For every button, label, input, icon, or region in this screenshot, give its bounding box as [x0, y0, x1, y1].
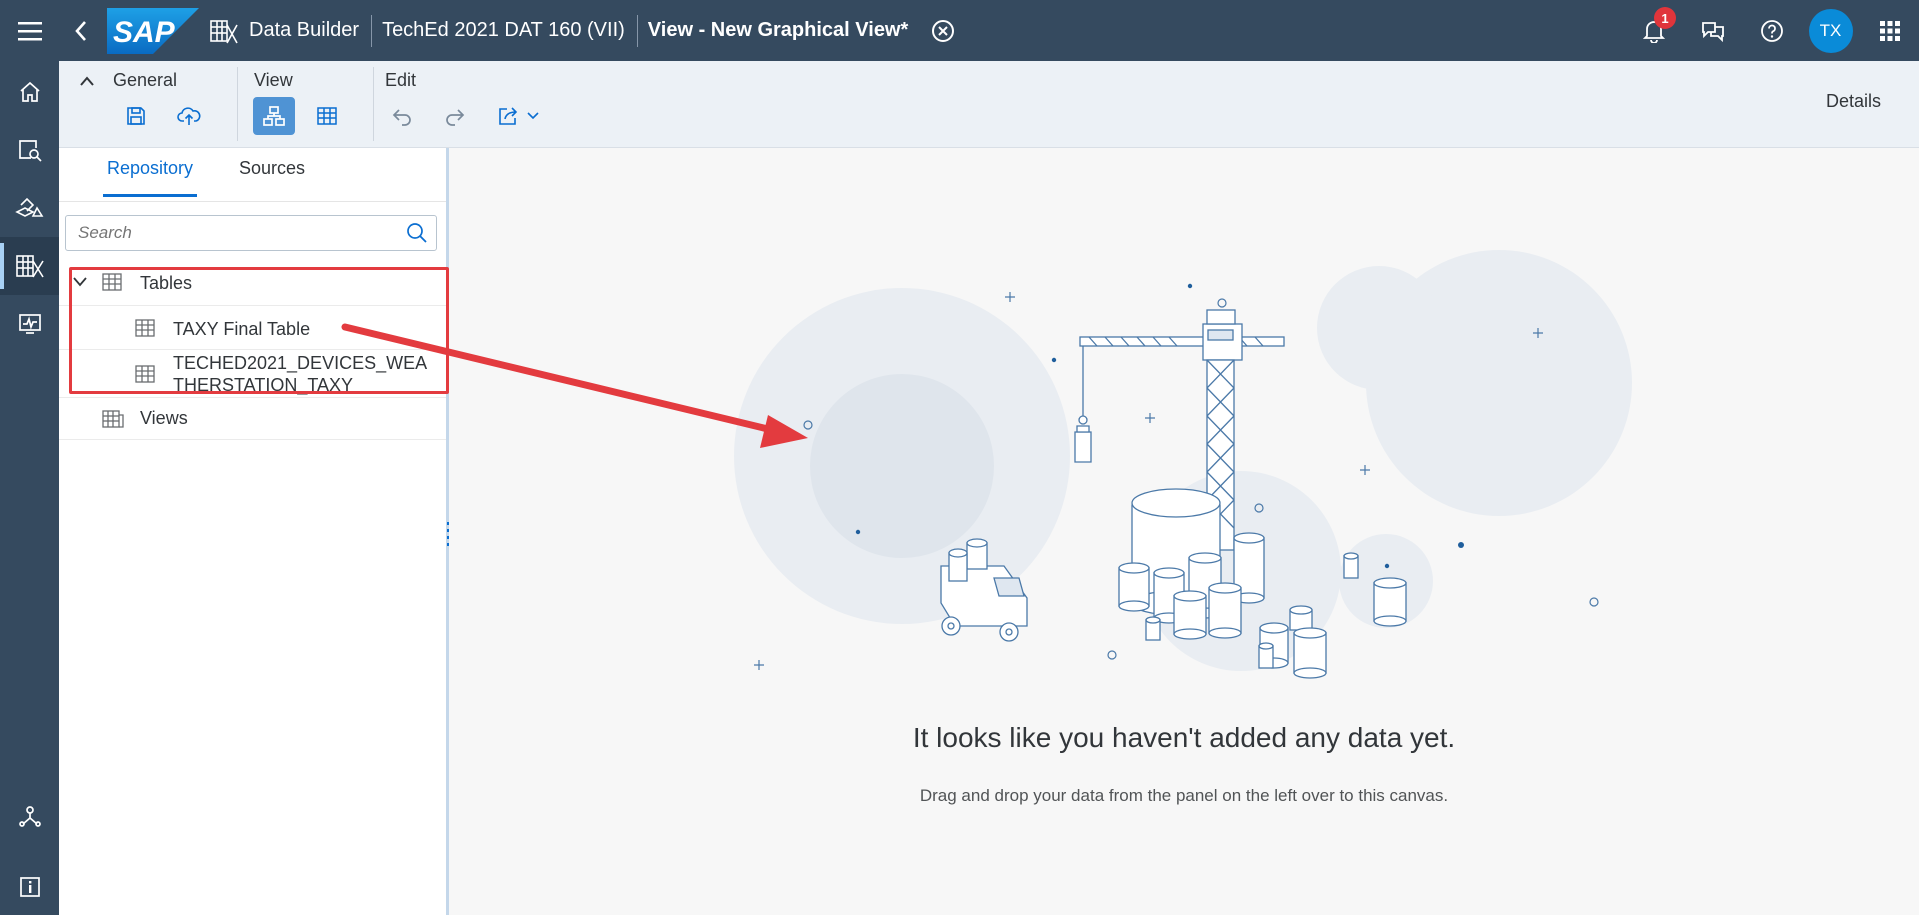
nav-catalog[interactable]: [0, 121, 59, 179]
cloud-upload-icon: [177, 107, 201, 125]
back-icon[interactable]: [59, 0, 103, 61]
share-icon: [499, 107, 518, 125]
empty-state-illustration: [734, 250, 1632, 679]
toolbar-group-view: View: [237, 61, 374, 148]
grid-icon: [1879, 20, 1900, 41]
feedback-button[interactable]: [1683, 0, 1742, 61]
side-navigation: [0, 61, 59, 915]
nav-home[interactable]: [0, 63, 59, 121]
space-title[interactable]: TechEd 2021 DAT 160 (VII): [382, 19, 625, 42]
nav-data-builder[interactable]: [0, 237, 59, 295]
monitor-icon: [18, 314, 41, 334]
info-icon: [19, 877, 40, 897]
notifications-button[interactable]: 1: [1624, 0, 1683, 61]
tree-node-views[interactable]: Views: [59, 398, 446, 440]
redo-button[interactable]: [434, 97, 476, 135]
panel-tabs: Repository Sources: [59, 148, 446, 202]
notification-badge: 1: [1654, 7, 1676, 29]
search-input[interactable]: [78, 223, 398, 243]
shell-actions: 1 TX: [1624, 0, 1919, 61]
save-button[interactable]: [115, 97, 157, 135]
data-builder-icon: [15, 255, 44, 278]
menu-icon[interactable]: [0, 0, 59, 61]
export-menu-button[interactable]: [490, 97, 546, 135]
view-icon: [102, 410, 124, 428]
chevron-up-icon[interactable]: [79, 75, 95, 87]
general-label: General: [113, 70, 178, 90]
view-label: View: [254, 70, 293, 90]
repository-panel: Repository Sources Tables TAXY Final Tab…: [59, 148, 449, 915]
details-button[interactable]: Details: [1826, 91, 1881, 112]
title-separator: [371, 14, 373, 47]
app-title: Data Builder: [249, 19, 360, 41]
toolbar-group-general: General: [59, 61, 238, 148]
deploy-button[interactable]: [168, 97, 210, 135]
help-button[interactable]: [1742, 0, 1801, 61]
graph-view-button[interactable]: [253, 97, 295, 135]
modeler-icon: [14, 197, 43, 217]
shell-bar: SAP Data Builder TechEd 2021 DAT 160 (VI…: [0, 0, 1919, 61]
data-builder-icon: [209, 16, 239, 46]
nav-monitor[interactable]: [0, 295, 59, 353]
toolbar-group-edit: Edit: [373, 61, 573, 148]
chevron-down-icon: [527, 112, 539, 120]
tab-sources[interactable]: Sources: [239, 158, 305, 179]
product-switch-button[interactable]: [1860, 0, 1919, 61]
edit-label: Edit: [385, 70, 417, 90]
search-document-icon: [18, 140, 42, 162]
title-separator: [636, 14, 638, 47]
user-menu[interactable]: TX: [1801, 0, 1860, 61]
undo-button[interactable]: [381, 97, 423, 135]
nav-business-builder[interactable]: [0, 179, 59, 237]
graphical-canvas[interactable]: It looks like you haven't added any data…: [449, 148, 1919, 915]
views-label: Views: [140, 408, 188, 428]
empty-state-title: It looks like you haven't added any data…: [912, 722, 1456, 753]
chat-icon: [1701, 21, 1724, 42]
sap-logo-text: SAP: [113, 16, 176, 49]
table-icon: [317, 107, 337, 125]
save-icon: [127, 107, 145, 125]
home-icon: [19, 81, 40, 102]
redo-icon: [446, 109, 465, 126]
search-icon[interactable]: [406, 222, 428, 244]
editor-toolbar: General View Edit Details: [59, 61, 1919, 148]
help-icon: [1760, 19, 1783, 42]
table-view-button[interactable]: [306, 97, 348, 135]
close-view-icon[interactable]: [930, 18, 956, 44]
search-field[interactable]: [65, 215, 437, 251]
avatar: TX: [1808, 8, 1853, 53]
hierarchy-icon: [263, 106, 285, 126]
nav-info[interactable]: [0, 858, 59, 915]
network-icon: [18, 806, 41, 827]
nav-connections[interactable]: [0, 787, 59, 845]
tab-repository[interactable]: Repository: [102, 158, 198, 197]
annotation-highlight-box: [69, 267, 449, 394]
view-title: View - New Graphical View*: [647, 19, 909, 41]
sap-logo[interactable]: SAP: [107, 7, 199, 54]
undo-icon: [392, 109, 411, 126]
empty-state-description: Drag and drop your data from the panel o…: [919, 786, 1449, 805]
